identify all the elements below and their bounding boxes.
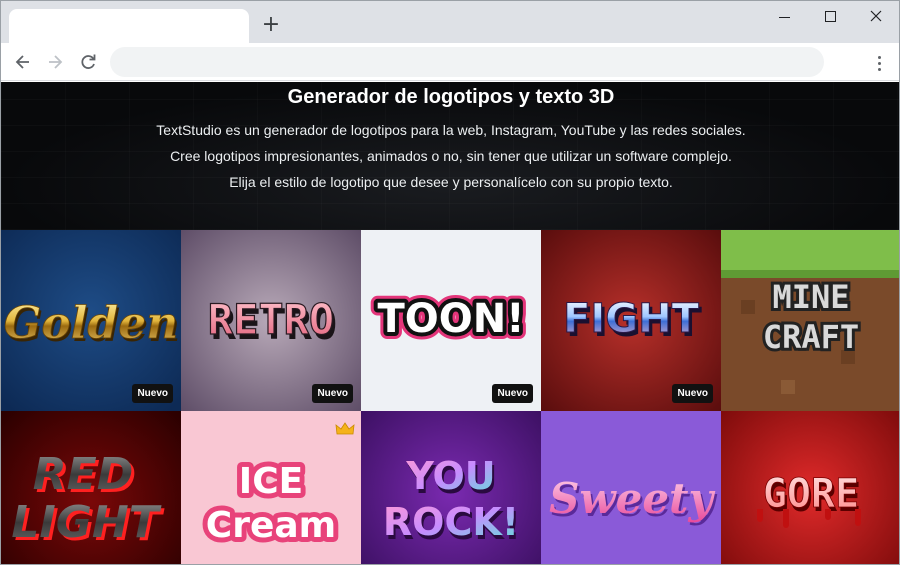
logo-style-you-rock[interactable]: YOU YOU ROCK! ROCK!	[361, 411, 541, 564]
tile-text: RETRO	[208, 295, 334, 344]
maximize-button[interactable]	[810, 5, 850, 29]
new-badge: Nuevo	[312, 384, 353, 403]
arrow-right-icon	[49, 55, 63, 69]
logo-style-red-light[interactable]: RED RED LIGHT LIGHT	[1, 411, 181, 564]
reload-icon	[81, 54, 96, 69]
logo-style-toon[interactable]: TOON! TOON! TOON! Nuevo	[361, 230, 541, 411]
logo-style-sweety[interactable]: Sweety Sweety	[541, 411, 721, 564]
forward-button[interactable]	[43, 50, 67, 74]
tile-text: FIGHT	[563, 296, 700, 342]
minimize-icon	[778, 17, 790, 18]
tile-text: TOON!	[377, 296, 524, 342]
logo-style-grid: Golden Golden Nuevo RETRO RETRO Nuevo TO…	[1, 230, 899, 564]
reload-button[interactable]	[76, 50, 100, 74]
hero-banner: Generador de logotipos y texto 3D TextSt…	[1, 82, 899, 230]
browser-toolbar	[1, 43, 899, 81]
tile-text-line-1: RED	[33, 449, 133, 500]
back-button[interactable]	[11, 50, 35, 74]
new-badge: Nuevo	[132, 384, 173, 403]
close-window-button[interactable]	[856, 5, 896, 29]
tile-text-line-2: Cream	[206, 505, 336, 546]
tile-text: GORE	[763, 471, 859, 517]
logo-style-gore[interactable]: GORE GORE	[721, 411, 899, 564]
logo-style-minecraft[interactable]: MINE MINE CRAFT CRAFT	[721, 230, 899, 411]
new-badge: Nuevo	[672, 384, 713, 403]
hero-description-line-2: Cree logotipos impresionantes, animados …	[170, 148, 732, 164]
tile-text: Sweety	[549, 474, 715, 523]
minimize-button[interactable]	[764, 5, 804, 29]
active-tab[interactable]	[9, 9, 249, 43]
tile-text-line-2: ROCK!	[383, 500, 519, 544]
tile-text-line-1: ICE	[239, 461, 303, 502]
maximize-icon	[824, 11, 836, 22]
logo-style-retro[interactable]: RETRO RETRO Nuevo	[181, 230, 361, 411]
browser-menu-button[interactable]	[867, 50, 891, 74]
close-icon	[870, 10, 882, 22]
crown-icon	[335, 422, 355, 435]
tile-text-line-1: MINE	[772, 278, 849, 316]
arrow-left-icon	[15, 55, 29, 69]
tile-text-line-2: LIGHT	[11, 497, 161, 548]
browser-window: + Generador de logotipos y texto 3D Text…	[0, 0, 900, 565]
logo-style-golden[interactable]: Golden Golden Nuevo	[1, 230, 181, 411]
address-bar[interactable]	[110, 47, 824, 77]
new-tab-button[interactable]: +	[259, 13, 283, 37]
logo-style-fight[interactable]: FIGHT FIGHT Nuevo	[541, 230, 721, 411]
new-badge: Nuevo	[492, 384, 533, 403]
hero-description-line-1: TextStudio es un generador de logotipos …	[156, 122, 746, 138]
svg-text:Golden: Golden	[4, 298, 178, 349]
tab-strip: +	[1, 1, 899, 43]
logo-style-ice-cream[interactable]: ICE ICE Cream Cream	[181, 411, 361, 564]
tile-text-line-1: YOU	[405, 454, 495, 498]
tile-text-line-2: CRAFT	[763, 318, 859, 356]
hero-description-line-3: Elija el estilo de logotipo que desee y …	[229, 174, 673, 190]
page-title: Generador de logotipos y texto 3D	[287, 86, 615, 108]
